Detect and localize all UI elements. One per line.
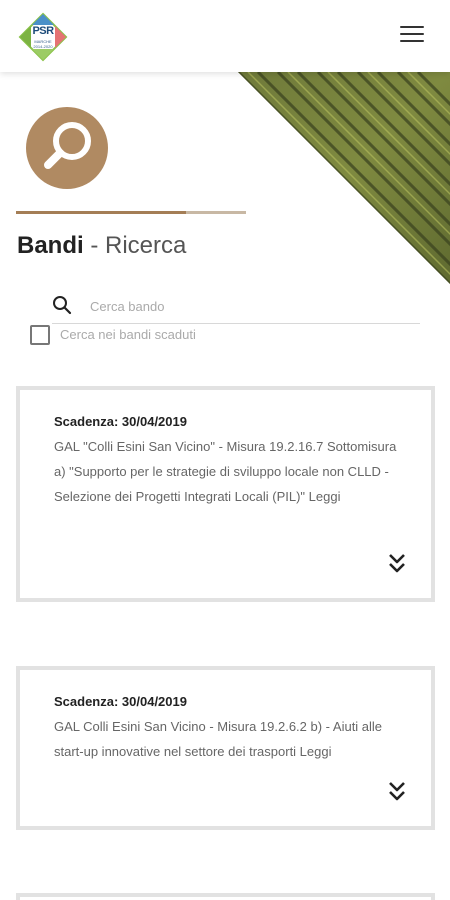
search-input[interactable] <box>90 295 410 317</box>
title-divider <box>16 211 246 214</box>
expired-filter-checkbox[interactable] <box>30 325 50 345</box>
logo-text: PSR <box>32 25 54 37</box>
card-description[interactable]: GAL "Colli Esini San Vicino" - Misura 19… <box>54 434 409 509</box>
search-bar <box>52 292 420 324</box>
double-chevron-down-icon[interactable] <box>387 552 407 574</box>
search-icon <box>44 122 91 169</box>
bando-card[interactable]: Scadenza: 30/04/2019 GAL Colli Esini San… <box>16 666 435 830</box>
page-title-main: Bandi <box>17 232 84 259</box>
card-deadline: Scadenza: 30/04/2019 <box>54 694 187 709</box>
card-description[interactable]: GAL Colli Esini San Vicino - Misura 19.2… <box>54 714 409 764</box>
double-chevron-down-icon[interactable] <box>387 780 407 802</box>
vineyard-hero-image <box>238 72 450 284</box>
logo-subtext: MARCHE 2014-2020 <box>33 39 53 49</box>
search-icon[interactable] <box>52 295 72 315</box>
top-app-bar: PSR MARCHE 2014-2020 <box>0 0 450 72</box>
page-title: Bandi - Ricerca <box>17 232 186 260</box>
bando-card[interactable]: Scadenza: 30/04/2019 GAL "Colli Esini Sa… <box>16 386 435 602</box>
expired-filter-label: Cerca nei bandi scaduti <box>60 327 196 342</box>
bando-card-partial[interactable] <box>16 893 435 900</box>
page-title-separator: - <box>83 232 105 259</box>
hamburger-menu-icon[interactable] <box>400 24 426 46</box>
logo-emblem-icon <box>18 12 68 62</box>
psr-marche-logo[interactable]: PSR MARCHE 2014-2020 <box>18 12 68 62</box>
search-badge <box>26 107 108 189</box>
card-deadline: Scadenza: 30/04/2019 <box>54 414 187 429</box>
page-title-sub: Ricerca <box>105 232 187 259</box>
